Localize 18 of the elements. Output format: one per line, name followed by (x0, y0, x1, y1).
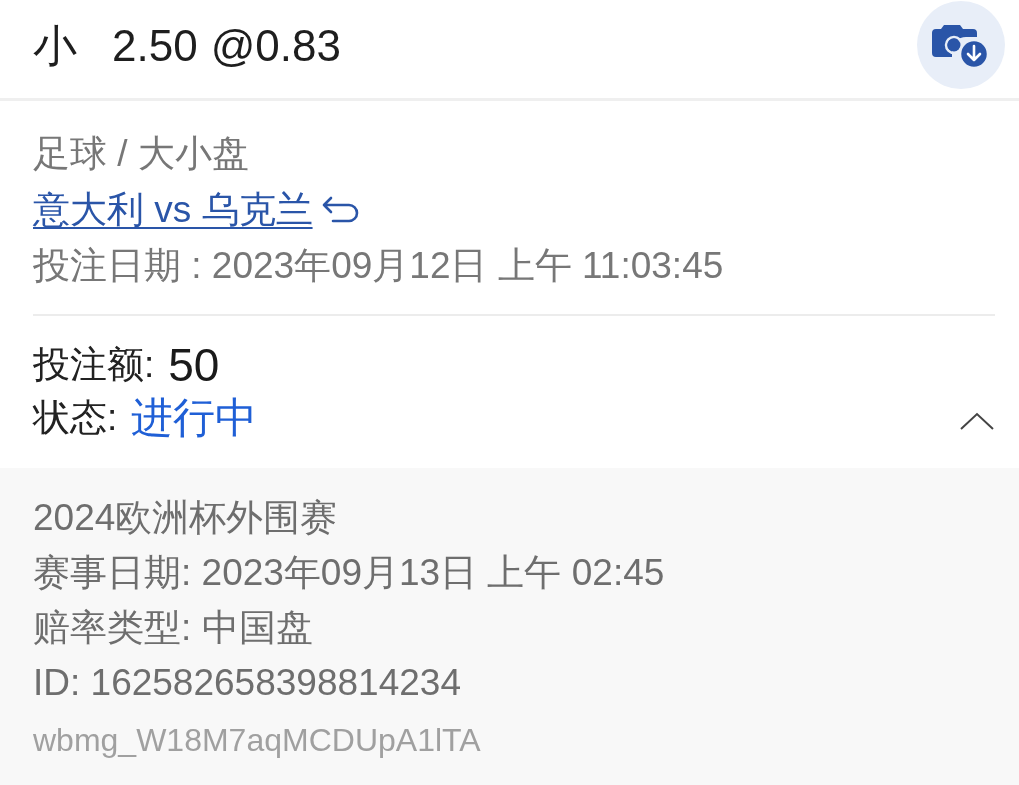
detail-text: ID: 162582658398814234 (33, 661, 462, 705)
match-link[interactable]: 意大利 vs 乌克兰 (33, 188, 313, 232)
odds-value: @0.83 (210, 20, 341, 71)
sport-market-text: 足球 / 大小盘 (33, 132, 250, 176)
detail-text: 赔率类型: 中国盘 (33, 606, 314, 650)
return-arrow-icon[interactable] (320, 195, 361, 225)
chevron-up-icon (959, 410, 995, 431)
stake-label: 投注额: (33, 342, 155, 387)
detail-text: 赛事日期: 2023年09月13日 上午 02:45 (33, 551, 666, 595)
detail-text: 2024欧洲杯外围赛 (33, 496, 339, 540)
bet-selection: 小 (33, 19, 77, 72)
status-label: 状态: (33, 395, 118, 440)
expand-toggle[interactable] (959, 410, 995, 431)
stake-value: 50 (168, 337, 220, 392)
bet-date-text: 投注日期 : 2023年09月12日 上午 11:03:45 (33, 244, 725, 288)
reference-code: wbmg_W18M7aqMCDUpA1lTA (33, 721, 482, 760)
handicap-line: 2.50 (112, 20, 198, 71)
status-value: 进行中 (131, 392, 258, 443)
